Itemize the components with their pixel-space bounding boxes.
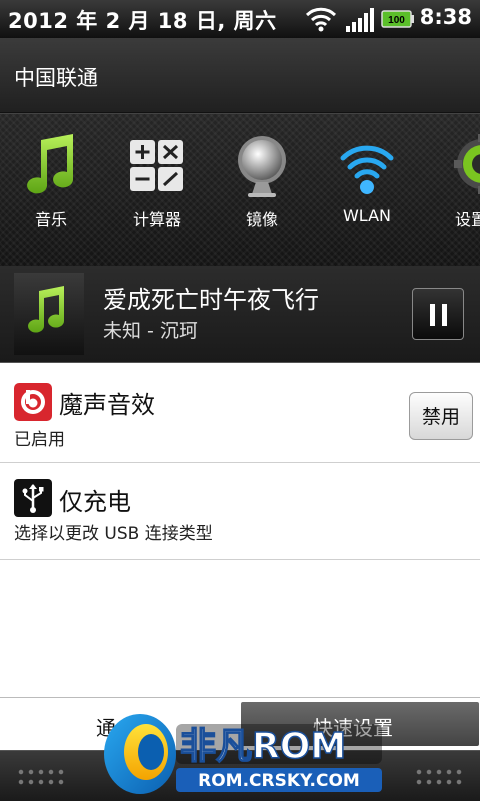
signal-icon	[346, 8, 374, 32]
quick-launch-label: 镜像	[245, 210, 278, 229]
notification-subtitle: 选择以更改 USB 连接类型	[14, 524, 213, 544]
pause-icon	[442, 304, 447, 326]
song-artist: 未知 - 沉珂	[103, 320, 198, 342]
carrier-bar: 中国联通	[0, 38, 480, 113]
notification-beats[interactable]: 魔声音效 已启用 禁用	[0, 363, 480, 463]
notification-list: 魔声音效 已启用 禁用 仅充电 选择以更改 USB 连接类型	[0, 363, 480, 703]
watermark-url: ROM.CRSKY.COM	[198, 771, 360, 791]
album-art	[14, 273, 84, 355]
calculator-icon	[130, 140, 183, 191]
quick-launch-label: WLAN	[342, 206, 391, 225]
status-time: 8:38	[419, 5, 472, 29]
wifi-icon	[305, 7, 337, 32]
quick-launch-bar: 音乐 计算器 镜像 WLAN 设置	[0, 113, 480, 267]
quick-launch-label: 计算器	[132, 210, 181, 229]
notification-title: 魔声音效	[59, 391, 155, 419]
quick-launch-label: 音乐	[34, 210, 67, 229]
battery-level: 100	[388, 15, 405, 26]
settings-gear-icon	[454, 134, 480, 194]
grip-dots-icon	[414, 767, 464, 787]
song-title: 爱成死亡时午夜飞行	[103, 286, 319, 314]
notification-subtitle: 已启用	[14, 430, 65, 450]
pause-button[interactable]	[412, 288, 464, 340]
usb-icon	[14, 479, 52, 517]
now-playing-panel[interactable]: 爱成死亡时午夜飞行 未知 - 沉珂	[0, 266, 480, 363]
watermark-logo: 非凡ROM ROM.CRSKY.COM	[104, 714, 382, 794]
quick-launch-label: 设置	[455, 210, 480, 229]
pause-icon	[430, 304, 435, 326]
watermark-brand: 非凡ROM	[180, 726, 346, 767]
mirror-icon	[238, 136, 286, 197]
music-note-icon	[27, 134, 73, 194]
quick-launch-mirror[interactable]: 镜像	[214, 134, 310, 244]
quick-launch-music[interactable]: 音乐	[3, 134, 99, 244]
carrier-name: 中国联通	[14, 66, 98, 90]
grip-dots-icon	[16, 767, 66, 787]
disable-button[interactable]: 禁用	[409, 392, 473, 440]
music-note-icon	[28, 286, 65, 333]
quick-launch-settings[interactable]: 设置	[424, 134, 480, 244]
wlan-icon	[340, 145, 394, 194]
quick-launch-wlan[interactable]: WLAN	[319, 134, 415, 244]
beats-audio-icon	[14, 383, 52, 421]
notification-usb[interactable]: 仅充电 选择以更改 USB 连接类型	[0, 463, 480, 560]
quick-launch-calculator[interactable]: 计算器	[109, 134, 205, 244]
battery-icon: 100	[381, 10, 414, 28]
notification-title: 仅充电	[59, 488, 131, 516]
status-date: 2012 年 2 月 18 日, 周六	[8, 9, 277, 33]
status-bar: 2012 年 2 月 18 日, 周六 100 8:38	[0, 0, 480, 38]
